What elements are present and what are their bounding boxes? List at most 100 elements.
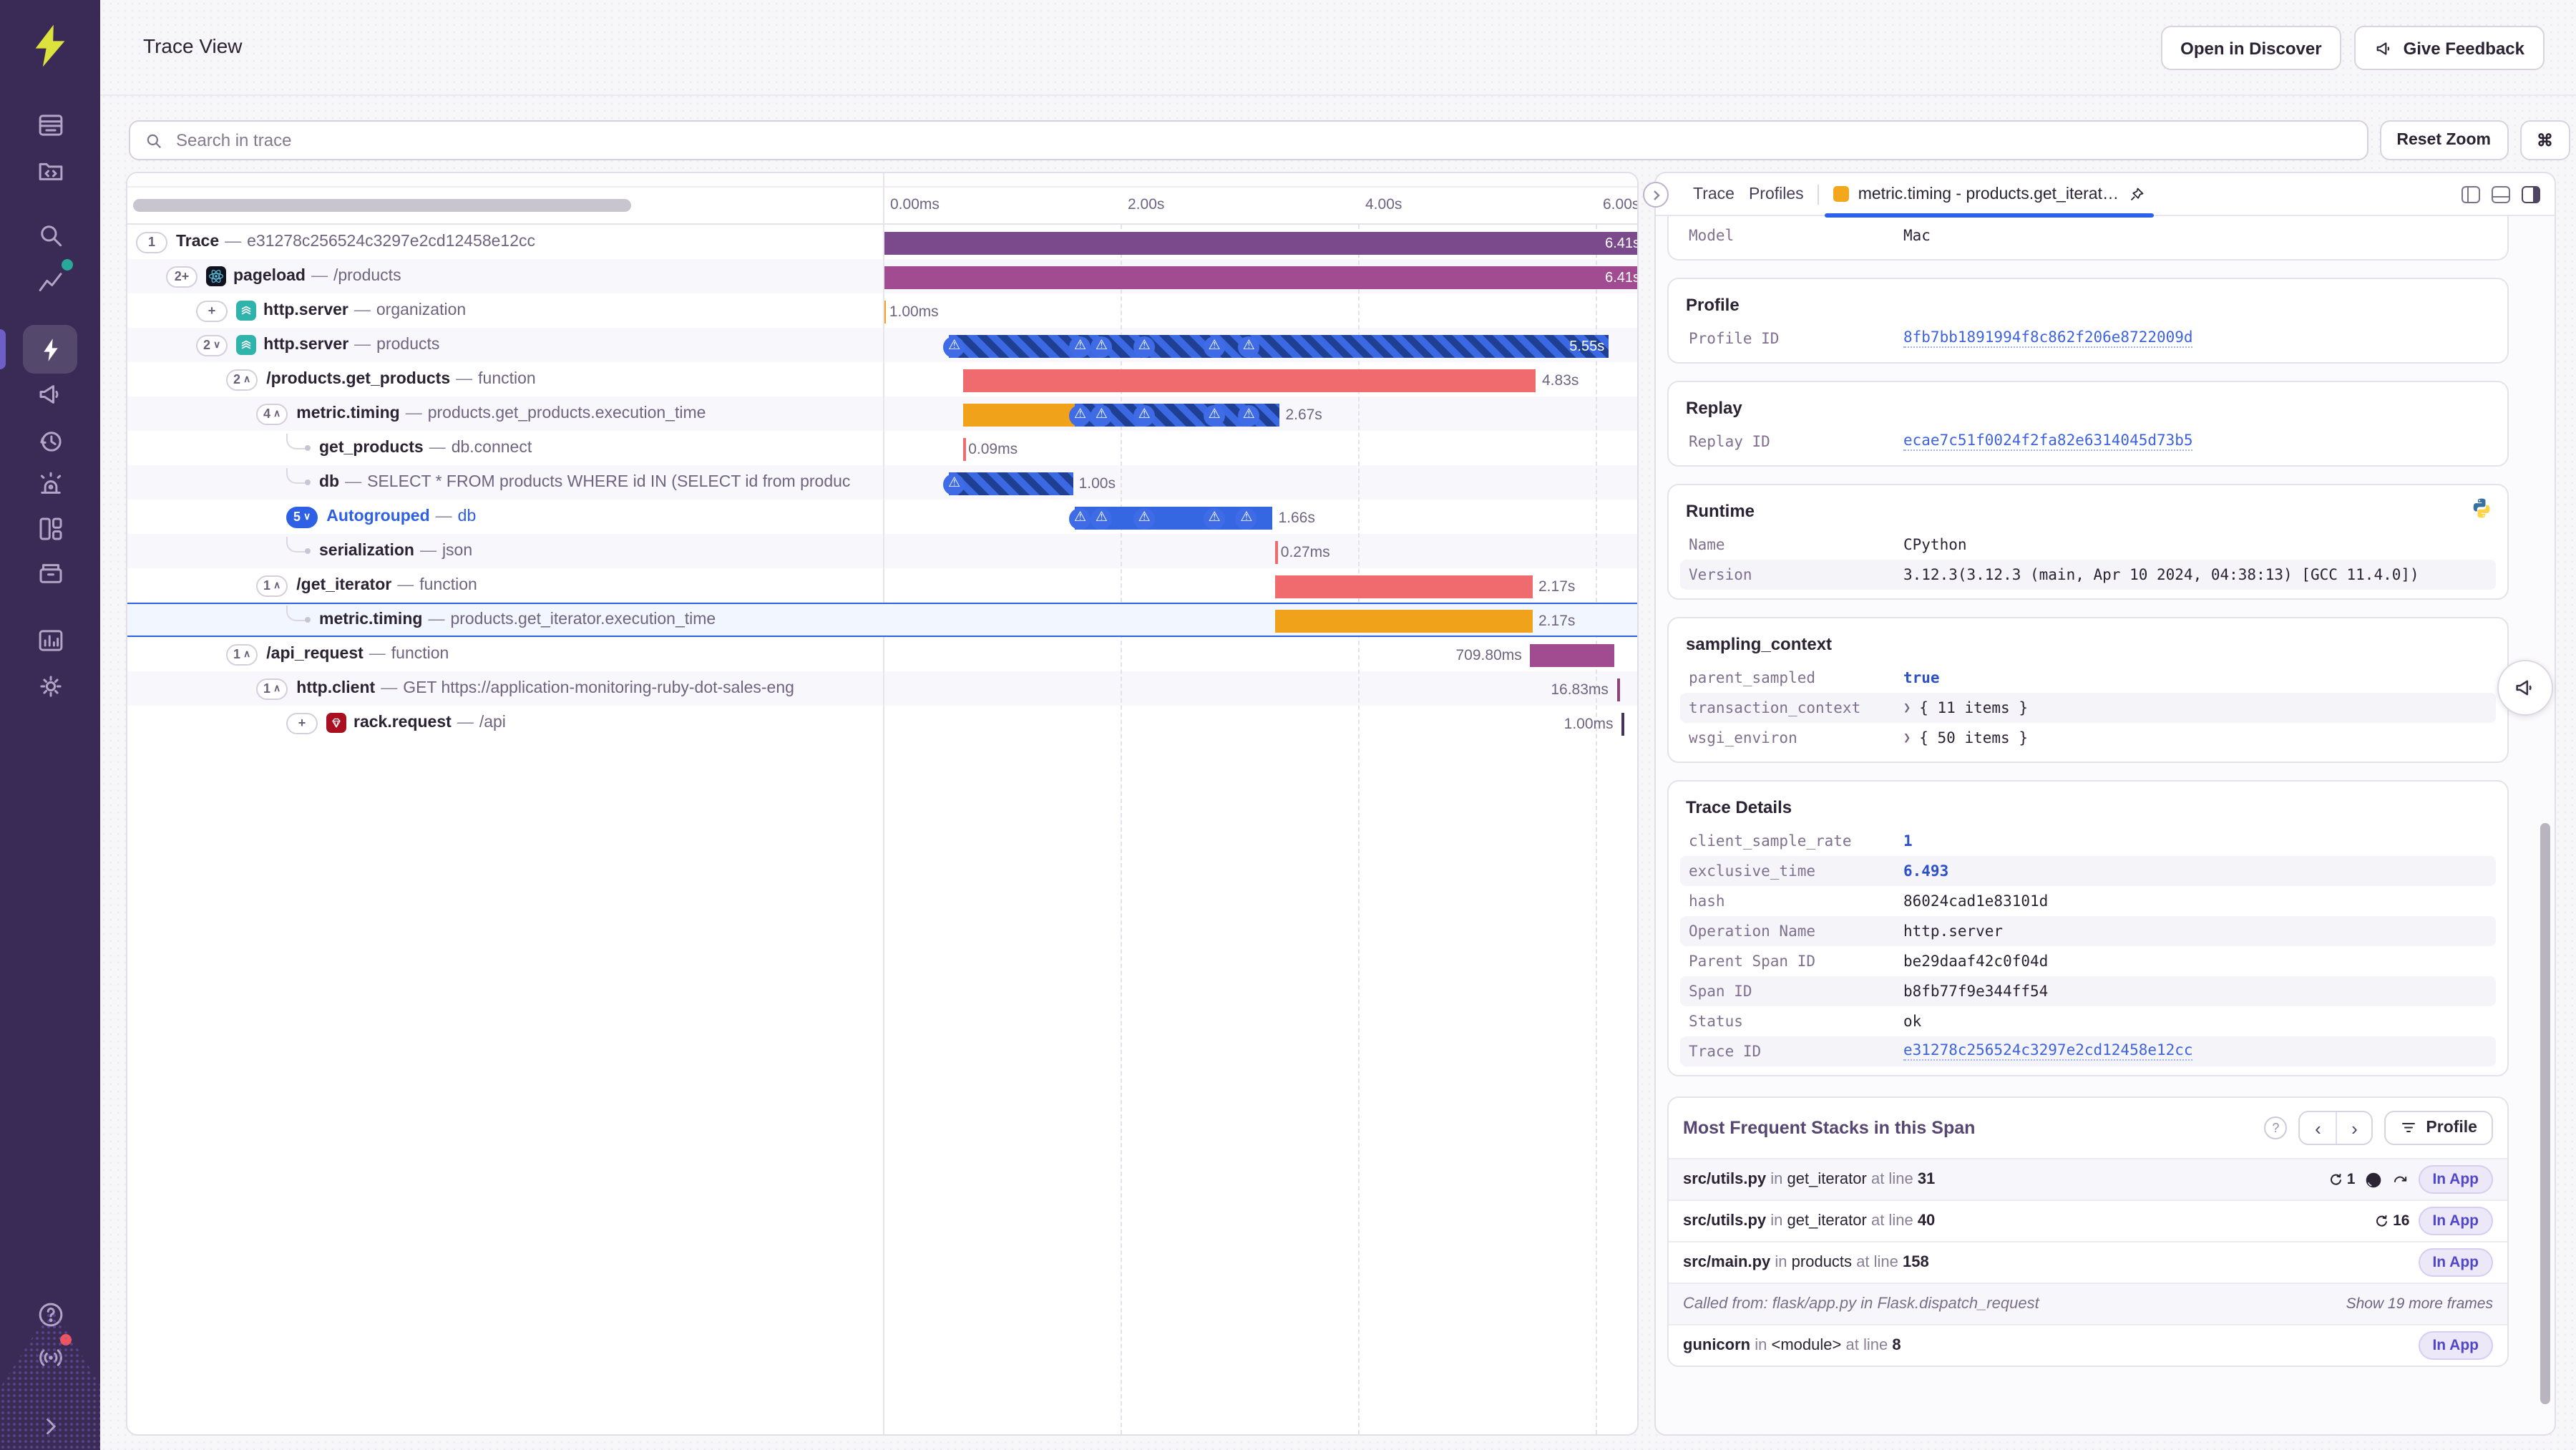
prev-stack-button[interactable]: ‹ <box>2300 1112 2336 1144</box>
stack-frame-row[interactable]: src/utils.py in get_iterator at line 31 1… <box>1669 1158 2507 1200</box>
collapse-panel-button[interactable] <box>1643 182 1669 208</box>
tree-horizontal-scrollbar[interactable] <box>133 199 631 212</box>
span-row[interactable]: db — SELECT * FROM products WHERE id IN (S… <box>127 465 1637 500</box>
span-row[interactable]: 2 ∨ http.server — products 5.55s ⚠ ⚠ ⚠ ⚠ ⚠ ⚠ <box>127 328 1637 362</box>
error-warning-icon[interactable]: ⚠ <box>1204 507 1226 529</box>
span-instant-tick[interactable] <box>1616 678 1620 701</box>
error-warning-icon[interactable]: ⚠ <box>1204 336 1226 357</box>
panel-scrollbar[interactable] <box>2540 823 2550 1404</box>
next-stack-button[interactable]: › <box>2336 1112 2371 1144</box>
span-duration-bar[interactable] <box>1530 644 1615 667</box>
help-icon[interactable]: ? <box>2264 1116 2288 1139</box>
span-description: /api <box>479 714 506 731</box>
span-separator: — <box>429 439 446 457</box>
shortcuts-button[interactable]: ⌘ <box>2519 120 2570 160</box>
sidebar-item-insights-icon[interactable] <box>23 258 77 306</box>
tree-timeline-divider[interactable] <box>883 173 884 1434</box>
sidebar-item-dashboards-icon[interactable] <box>23 504 77 553</box>
tab-trace[interactable]: Trace <box>1693 185 1735 203</box>
sidebar-item-replays-icon[interactable] <box>23 417 77 465</box>
stack-frame-row[interactable]: gunicorn in <module> at line 8 In App <box>1669 1324 2507 1366</box>
span-duration-bar[interactable] <box>1274 610 1533 633</box>
span-children-toggle[interactable]: 2 ∨ <box>196 334 228 356</box>
search-box[interactable] <box>129 120 2368 160</box>
layout-right-icon[interactable] <box>2522 185 2540 203</box>
expand-chevron-icon[interactable]: ❯ <box>1903 731 1911 745</box>
frame-location: src/utils.py in get_iterator at line 40 <box>1683 1212 1936 1230</box>
sidebar-item-performance-icon[interactable] <box>23 325 77 374</box>
sentry-logo-icon[interactable] <box>24 20 76 72</box>
layout-bottom-icon[interactable] <box>2492 185 2510 203</box>
span-row[interactable]: metric.timing — products.get_iterator.exec… <box>127 603 1637 637</box>
stack-frame-row[interactable]: src/main.py in products at line 158 In Ap… <box>1669 1241 2507 1283</box>
search-input[interactable] <box>173 129 2353 152</box>
span-instant-tick[interactable] <box>962 438 966 461</box>
sidebar-item-releases-icon[interactable] <box>23 548 77 597</box>
feedback-floating-button[interactable] <box>2497 660 2553 716</box>
span-children-toggle[interactable]: 1 ∧ <box>256 678 288 699</box>
sidebar-item-issues-icon[interactable] <box>23 100 77 149</box>
span-children-toggle[interactable]: + <box>196 300 228 321</box>
span-duration-bar[interactable] <box>948 472 1073 495</box>
open-profile-button[interactable]: Profile <box>2384 1111 2493 1145</box>
span-row[interactable]: 1 Trace — e31278c256524c3297e2cd12458e12cc 6… <box>127 225 1637 259</box>
span-duration-bar[interactable]: 6.41s <box>883 232 1637 255</box>
pin-icon[interactable] <box>2127 185 2145 203</box>
span-duration-bar[interactable] <box>962 369 1536 392</box>
reset-zoom-button[interactable]: Reset Zoom <box>2379 120 2508 160</box>
span-children-toggle[interactable]: 2+ <box>166 266 197 287</box>
span-children-toggle[interactable]: 2 ∧ <box>226 369 258 390</box>
span-row[interactable]: get_products — db.connect 0.09ms <box>127 431 1637 465</box>
error-warning-icon[interactable]: ⚠ <box>1133 507 1156 529</box>
span-row[interactable]: 2 ∧ /products.get_products — function 4.83s <box>127 362 1637 396</box>
span-row[interactable]: 2+ pageload — /products 6.41s <box>127 259 1637 293</box>
span-row[interactable]: + http.server — organization 1.00ms <box>127 293 1637 328</box>
span-row[interactable]: + rack.request — /api 1.00ms <box>127 706 1637 740</box>
span-duration-bar[interactable]: 5.55s <box>948 335 1609 358</box>
sidebar-item-alerts-icon[interactable] <box>23 459 77 508</box>
error-warning-icon[interactable]: ⚠ <box>1133 336 1156 357</box>
show-more-frames-link[interactable]: Show 19 more frames <box>2346 1295 2493 1313</box>
key-value-row: Name CPython <box>1680 530 2496 560</box>
sidebar-item-settings-icon[interactable] <box>23 661 77 710</box>
span-duration-bar[interactable] <box>962 404 1075 427</box>
sidebar-item-explore-icon[interactable] <box>23 210 77 259</box>
open-in-discover-button[interactable]: Open in Discover <box>2160 26 2342 70</box>
expand-chevron-icon[interactable]: ❯ <box>1903 701 1911 715</box>
span-row[interactable]: serialization — json 0.27ms <box>127 534 1637 568</box>
layout-left-icon[interactable] <box>2462 185 2480 203</box>
value[interactable]: e31278c256524c3297e2cd12458e12cc <box>1903 1042 2487 1061</box>
span-duration-bar[interactable]: 6.41s <box>883 266 1637 289</box>
span-children-toggle[interactable]: + <box>286 712 318 734</box>
error-warning-icon[interactable]: ⚠ <box>1204 404 1226 426</box>
value: be29daaf42c0f04d <box>1903 953 2049 970</box>
stack-frame-row[interactable]: src/utils.py in get_iterator at line 40 1… <box>1669 1200 2507 1241</box>
value[interactable]: 8fb7bb1891994f8c862f206e8722009d <box>1903 329 2487 348</box>
span-row[interactable]: 5 ∨ Autogrouped — db 1.66s ⚠ ⚠ ⚠ ⚠ ⚠ <box>127 500 1637 534</box>
span-instant-tick[interactable] <box>1621 713 1625 736</box>
card-title: Runtime <box>1686 501 1755 521</box>
span-instant-tick[interactable] <box>1274 541 1278 564</box>
span-row[interactable]: 4 ∧ metric.timing — products.get_products.ex… <box>127 396 1637 431</box>
span-children-toggle[interactable]: 5 ∨ <box>286 506 318 527</box>
span-row[interactable]: 1 ∧ /get_iterator — function 2.17s <box>127 568 1637 603</box>
span-children-toggle[interactable]: 1 ∧ <box>226 643 258 665</box>
tab-profiles[interactable]: Profiles <box>1749 185 1804 203</box>
span-children-toggle[interactable]: 4 ∧ <box>256 403 288 424</box>
sidebar-item-feedback-icon[interactable] <box>23 369 77 418</box>
span-duration-bar[interactable] <box>1274 575 1533 598</box>
sidebar-item-projects-icon[interactable] <box>23 146 77 195</box>
span-row[interactable]: 1 ∧ http.client — GET https://application-mo… <box>127 671 1637 706</box>
span-children-toggle[interactable]: 1 <box>136 231 167 253</box>
span-row[interactable]: 1 ∧ /api_request — function 709.80ms <box>127 637 1637 671</box>
give-feedback-button[interactable]: Give Feedback <box>2354 26 2545 70</box>
tab-span-metric-timing[interactable]: metric.timing - products.get_iterat… <box>1825 172 2153 217</box>
github-icon[interactable] <box>2363 1170 2382 1189</box>
span-children-toggle[interactable]: 1 ∧ <box>256 575 288 596</box>
tab-separator <box>1818 184 1820 204</box>
value[interactable]: ecae7c51f0024f2fa82e6314045d73b5 <box>1903 432 2487 451</box>
open-in-icon[interactable] <box>2391 1170 2409 1189</box>
error-warning-icon[interactable]: ⚠ <box>1133 404 1156 426</box>
key-value-row: Profile ID 8fb7bb1891994f8c862f206e872200… <box>1680 323 2496 354</box>
sidebar-item-stats-icon[interactable] <box>23 615 77 664</box>
